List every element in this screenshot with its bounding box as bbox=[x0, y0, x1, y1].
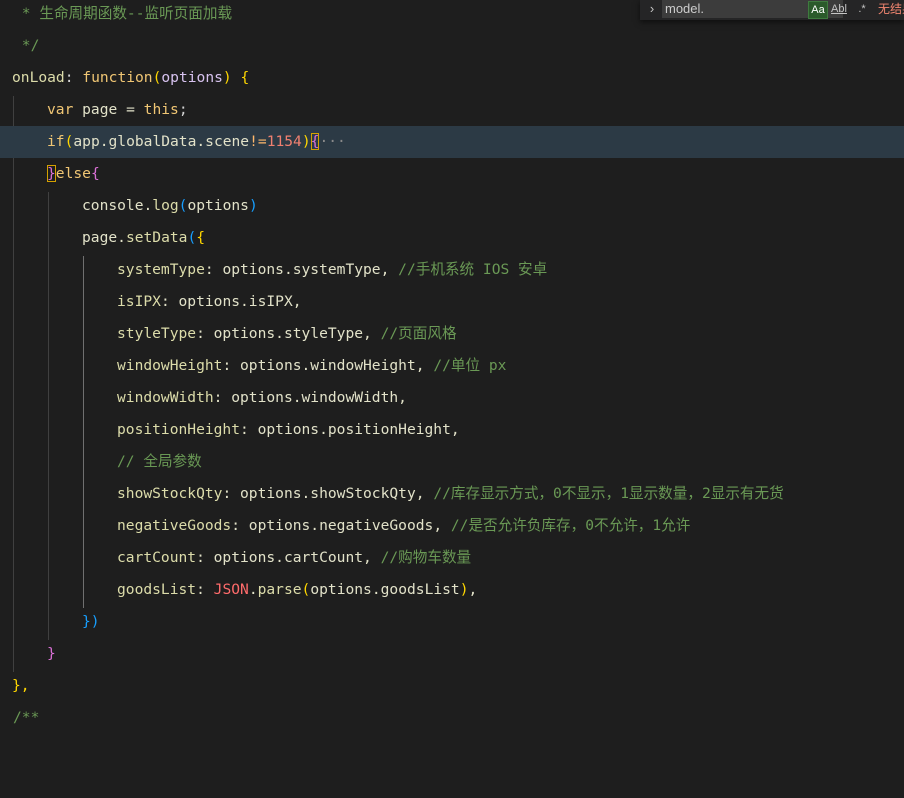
paren: ) bbox=[222, 69, 232, 86]
property-key: systemType bbox=[117, 261, 205, 278]
match-case-toggle[interactable]: Aa bbox=[808, 1, 828, 19]
parameter: options bbox=[161, 69, 223, 86]
punctuation: : bbox=[196, 581, 214, 598]
property-value: : options.isIPX, bbox=[160, 293, 302, 310]
punctuation: ; bbox=[178, 101, 188, 118]
code-editor[interactable]: * 生命周期函数--监听页面加载 */ onLoad: function(opt… bbox=[0, 0, 904, 728]
method-name: parse bbox=[257, 581, 302, 598]
property-value: : options.showStockQty, bbox=[222, 485, 434, 502]
property-value: : options.positionHeight, bbox=[240, 421, 460, 438]
property-key: styleType bbox=[117, 325, 197, 342]
comment-text: //购物车数量 bbox=[380, 549, 472, 566]
find-widget: › model. Aa Abl .* 无结果 bbox=[640, 0, 904, 20]
operator: != bbox=[249, 133, 267, 150]
code-line: onLoad: function(options) { bbox=[0, 62, 904, 94]
comment-text: /** bbox=[13, 709, 40, 726]
brace: { bbox=[196, 229, 206, 246]
fold-ellipsis-icon[interactable]: ··· bbox=[319, 133, 345, 150]
comment-text: //库存显示方式，0不显示，1显示数量，2显示有无货 bbox=[433, 485, 784, 502]
code-line: goodsList: JSON.parse(options.goodsList)… bbox=[0, 574, 904, 606]
code-line: negativeGoods: options.negativeGoods, //… bbox=[0, 510, 904, 542]
property-value: : options.windowWidth, bbox=[213, 389, 407, 406]
keyword-if: if bbox=[47, 133, 65, 150]
comment-text: * 生命周期函数--监听页面加载 bbox=[13, 5, 233, 22]
property-value: : options.cartCount, bbox=[196, 549, 381, 566]
closing-brace: }, bbox=[12, 677, 30, 694]
identifier: console. bbox=[82, 197, 153, 214]
paren: ( bbox=[187, 229, 197, 246]
comment-text: //手机系统 IOS 安卓 bbox=[398, 261, 548, 278]
method-name: setData bbox=[125, 229, 188, 246]
property-key: goodsList bbox=[117, 581, 197, 598]
code-line: }) bbox=[0, 606, 904, 638]
code-line: var page = this; bbox=[0, 94, 904, 126]
property-key: positionHeight bbox=[117, 421, 241, 438]
code-line: page.setData({ bbox=[0, 222, 904, 254]
regex-toggle[interactable]: .* bbox=[854, 1, 870, 17]
argument: options.goodsList bbox=[310, 581, 460, 598]
code-line: */ bbox=[0, 30, 904, 62]
code-line: }else{ bbox=[0, 158, 904, 190]
code-line: systemType: options.systemType, //手机系统 I… bbox=[0, 254, 904, 286]
property-key: windowWidth bbox=[117, 389, 214, 406]
matched-brace: } bbox=[47, 165, 56, 182]
code-line: }, bbox=[0, 670, 904, 702]
find-result-status: 无结果 bbox=[878, 2, 904, 16]
paren: ) bbox=[301, 133, 311, 150]
property-value: : options.windowHeight, bbox=[222, 357, 434, 374]
keyword-var: var bbox=[47, 101, 74, 118]
closing-brackets: }) bbox=[82, 613, 100, 630]
comment-text: //是否允许负库存，0不允许，1允许 bbox=[450, 517, 691, 534]
property-value: : options.systemType, bbox=[204, 261, 399, 278]
property-value: : options.styleType, bbox=[196, 325, 381, 342]
closing-brace: } bbox=[47, 645, 56, 662]
brace: { bbox=[231, 69, 250, 86]
identifier: page. bbox=[82, 229, 126, 246]
identifier: page = bbox=[73, 101, 144, 118]
code-line-current: if(app.globalData.scene!=1154){··· bbox=[0, 126, 904, 158]
code-line: /** bbox=[0, 702, 904, 734]
paren: ) bbox=[248, 197, 258, 214]
comment-text: */ bbox=[13, 37, 40, 54]
code-line: cartCount: options.cartCount, //购物车数量 bbox=[0, 542, 904, 574]
comment-text: // 全局参数 bbox=[117, 453, 202, 470]
code-line: windowWidth: options.windowWidth, bbox=[0, 382, 904, 414]
code-line: styleType: options.styleType, //页面风格 bbox=[0, 318, 904, 350]
brace: { bbox=[90, 165, 100, 182]
property-key: isIPX bbox=[117, 293, 161, 310]
keyword-else: else bbox=[55, 165, 91, 182]
punctuation: . bbox=[248, 581, 258, 598]
property-key: showStockQty bbox=[117, 485, 223, 502]
number-literal: 1154 bbox=[266, 133, 302, 150]
property-key: cartCount bbox=[117, 549, 197, 566]
code-line: isIPX: options.isIPX, bbox=[0, 286, 904, 318]
code-line: showStockQty: options.showStockQty, //库存… bbox=[0, 478, 904, 510]
punctuation: : bbox=[64, 69, 83, 86]
code-line: console.log(options) bbox=[0, 190, 904, 222]
code-line: } bbox=[0, 638, 904, 670]
property-key: windowHeight bbox=[117, 357, 223, 374]
property-key: negativeGoods bbox=[117, 517, 232, 534]
punctuation: , bbox=[468, 581, 478, 598]
property-value: : options.negativeGoods, bbox=[231, 517, 451, 534]
keyword-this: this bbox=[143, 101, 179, 118]
code-line: positionHeight: options.positionHeight, bbox=[0, 414, 904, 446]
keyword-function: function bbox=[82, 69, 153, 86]
chevron-right-icon[interactable]: › bbox=[644, 0, 660, 20]
method-name: log bbox=[152, 197, 179, 214]
expression: app.globalData.scene bbox=[73, 133, 250, 150]
whole-word-toggle[interactable]: Abl bbox=[830, 1, 848, 17]
paren: ) bbox=[459, 581, 469, 598]
code-line: windowHeight: options.windowHeight, //单位… bbox=[0, 350, 904, 382]
builtin-object: JSON bbox=[213, 581, 249, 598]
argument: options bbox=[187, 197, 249, 214]
code-line: // 全局参数 bbox=[0, 446, 904, 478]
comment-text: //页面风格 bbox=[380, 325, 457, 342]
comment-text: //单位 px bbox=[433, 357, 507, 374]
property-key: onLoad bbox=[12, 69, 65, 86]
